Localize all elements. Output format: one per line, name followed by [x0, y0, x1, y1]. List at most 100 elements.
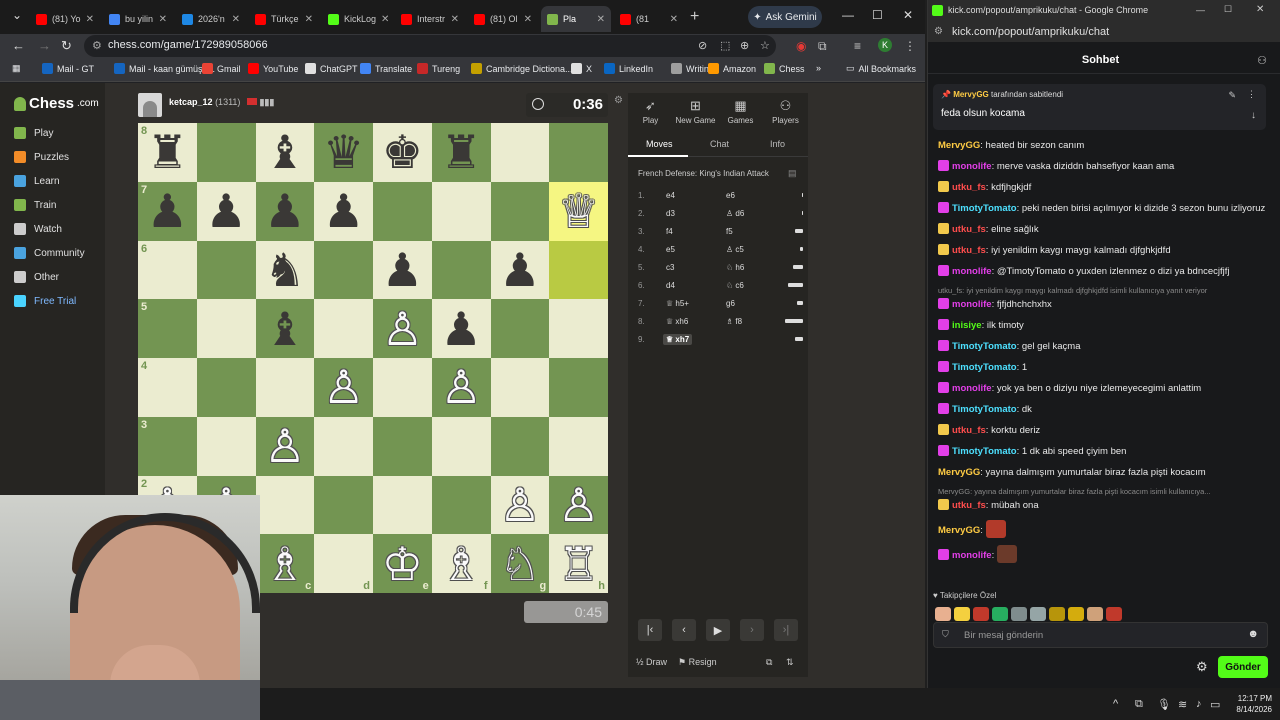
reload-icon[interactable]: ↻ — [61, 38, 72, 54]
board-square[interactable]: 7 ♟ — [138, 181, 197, 241]
black-bishop-icon[interactable]: ♝ — [264, 129, 305, 175]
chat-username[interactable]: TimotyTomato — [952, 362, 1017, 373]
site-info-icon[interactable]: ⚙ — [934, 26, 943, 37]
board-square[interactable] — [255, 475, 315, 535]
tab-close-icon[interactable]: ✕ — [305, 14, 313, 25]
bookmark-item[interactable]: Mail - kaan gümüşd... — [114, 63, 215, 74]
board-square[interactable] — [373, 416, 432, 476]
black-move[interactable]: f5 — [726, 227, 733, 236]
emote-icon[interactable] — [973, 607, 989, 621]
panel-nav-play[interactable]: ➶ Play — [628, 98, 673, 125]
panel-nav-games[interactable]: ▦ Games — [718, 98, 763, 125]
site-info-icon[interactable]: ⚙ — [92, 39, 102, 52]
opening-book-icon[interactable]: ▤ — [788, 168, 797, 179]
bookmark-item[interactable]: Chess — [764, 63, 805, 74]
chat-username[interactable]: TimotyTomato — [952, 446, 1017, 457]
emote-icon[interactable] — [992, 607, 1008, 621]
board-square[interactable] — [431, 181, 491, 241]
sidebar-item-train[interactable]: Train — [14, 199, 56, 211]
minimize-icon[interactable]: — — [1196, 5, 1205, 15]
tab-close-icon[interactable]: ✕ — [524, 14, 532, 25]
board-square[interactable]: ♟ — [255, 181, 315, 241]
tab-chat[interactable]: Chat — [710, 139, 729, 149]
white-move[interactable]: ♕ xh6 — [666, 317, 688, 326]
resign-button[interactable]: ⚑ Resign — [678, 657, 717, 668]
panel-nav-players[interactable]: ⚇ Players — [763, 98, 808, 125]
share-icon[interactable]: ⧉ — [766, 657, 772, 668]
bookmark-item[interactable]: YouTube — [248, 63, 298, 74]
white-move[interactable]: d3 — [666, 209, 675, 218]
zoom-icon[interactable]: ⊕ — [740, 39, 749, 52]
draw-button[interactable]: ½ Draw — [636, 657, 667, 667]
popout-url[interactable]: kick.com/popout/amprikuku/chat — [952, 26, 1109, 38]
board-square[interactable] — [196, 123, 256, 182]
black-knight-icon[interactable]: ♞ — [264, 247, 305, 293]
board-square[interactable]: ♙ — [490, 475, 550, 535]
board-square[interactable]: c ♗ — [255, 534, 315, 593]
board-square[interactable]: ♟ — [196, 181, 256, 241]
chat-username[interactable]: monolife — [952, 266, 992, 277]
chat-username[interactable]: monolife — [952, 550, 992, 561]
maximize-icon[interactable]: ☐ — [1224, 4, 1232, 15]
users-icon[interactable]: ⚇ — [1257, 54, 1267, 67]
white-move[interactable]: d4 — [666, 281, 675, 290]
chat-username[interactable]: MervyGG — [938, 140, 980, 151]
board-square[interactable]: e ♔ — [373, 534, 432, 593]
board-square[interactable] — [196, 240, 256, 300]
board-square[interactable] — [255, 358, 315, 417]
black-bishop-icon[interactable]: ♝ — [264, 306, 305, 352]
browser-tab[interactable]: (81) Yo ✕ — [30, 6, 100, 32]
pinned-by-user[interactable]: MervyGG — [953, 90, 989, 99]
black-pawn-icon[interactable]: ♟ — [147, 188, 188, 234]
board-square[interactable] — [431, 475, 491, 535]
board-square[interactable] — [549, 416, 608, 476]
system-clock[interactable]: 12:17 PM 8/14/2026 — [1236, 693, 1272, 715]
browser-tab[interactable]: Pla ✕ — [541, 6, 611, 32]
board-square[interactable]: ♝ — [255, 299, 315, 358]
tab-search-icon[interactable]: ⌄ — [12, 8, 22, 22]
chat-username[interactable]: monolife — [952, 299, 992, 310]
tab-moves[interactable]: Moves — [646, 139, 673, 149]
black-pawn-icon[interactable]: ♟ — [323, 188, 364, 234]
board-square[interactable] — [314, 240, 373, 300]
unpin-icon[interactable]: ✎ — [1228, 90, 1236, 101]
maximize-icon[interactable]: ☐ — [872, 8, 883, 22]
white-rook-icon[interactable]: ♖ — [558, 541, 599, 587]
first-move-icon[interactable]: |‹ — [638, 619, 662, 641]
white-pawn-icon[interactable]: ♙ — [264, 423, 305, 469]
ask-gemini-button[interactable]: ✦ Ask Gemini — [748, 6, 822, 28]
tab-close-icon[interactable]: ✕ — [232, 14, 240, 25]
board-square[interactable]: 8 ♜ — [138, 123, 197, 182]
expand-down-icon[interactable]: ↓ — [1251, 110, 1256, 121]
black-pawn-icon[interactable]: ♟ — [441, 306, 482, 352]
board-square[interactable] — [373, 181, 432, 241]
white-pawn-icon[interactable]: ♙ — [558, 482, 599, 528]
black-move[interactable]: ♘ c6 — [726, 281, 744, 290]
chat-username[interactable]: TimotyTomato — [952, 341, 1017, 352]
board-square[interactable]: ♟ — [431, 299, 491, 358]
minimize-icon[interactable]: — — [842, 8, 854, 22]
board-square[interactable]: g ♘ — [490, 534, 550, 593]
chat-username[interactable]: utku_fs — [952, 425, 986, 436]
board-square[interactable]: h ♖ — [549, 534, 608, 593]
address-bar[interactable]: ⚙ chess.com/game/172989058066 ⊘ ⬚ ⊕ ☆ — [84, 35, 776, 57]
black-move[interactable]: ♙ d6 — [726, 209, 744, 218]
board-square[interactable]: d — [314, 534, 373, 593]
browser-tab[interactable]: bu yilin ✕ — [103, 6, 173, 32]
camera-blocked-icon[interactable]: ⊘ — [698, 39, 707, 52]
white-move[interactable]: f4 — [666, 227, 673, 236]
chat-username[interactable]: TimotyTomato — [952, 404, 1017, 415]
forward-icon[interactable]: → — [38, 38, 51, 53]
sidebar-item-play[interactable]: Play — [14, 127, 53, 139]
black-pawn-icon[interactable]: ♟ — [382, 247, 423, 293]
battery-icon[interactable]: ▭ — [1210, 698, 1220, 711]
chat-username[interactable]: utku_fs — [952, 500, 986, 511]
extensions-puzzle-icon[interactable]: ⧉ — [818, 39, 827, 54]
tab-close-icon[interactable]: ✕ — [597, 14, 605, 25]
chat-username[interactable]: MervyGG — [938, 467, 980, 478]
black-move[interactable]: e6 — [726, 191, 735, 200]
emote-icon[interactable] — [935, 607, 951, 621]
board-square[interactable] — [314, 416, 373, 476]
bookmark-item[interactable]: X — [571, 63, 592, 74]
white-pawn-icon[interactable]: ♙ — [441, 364, 482, 410]
